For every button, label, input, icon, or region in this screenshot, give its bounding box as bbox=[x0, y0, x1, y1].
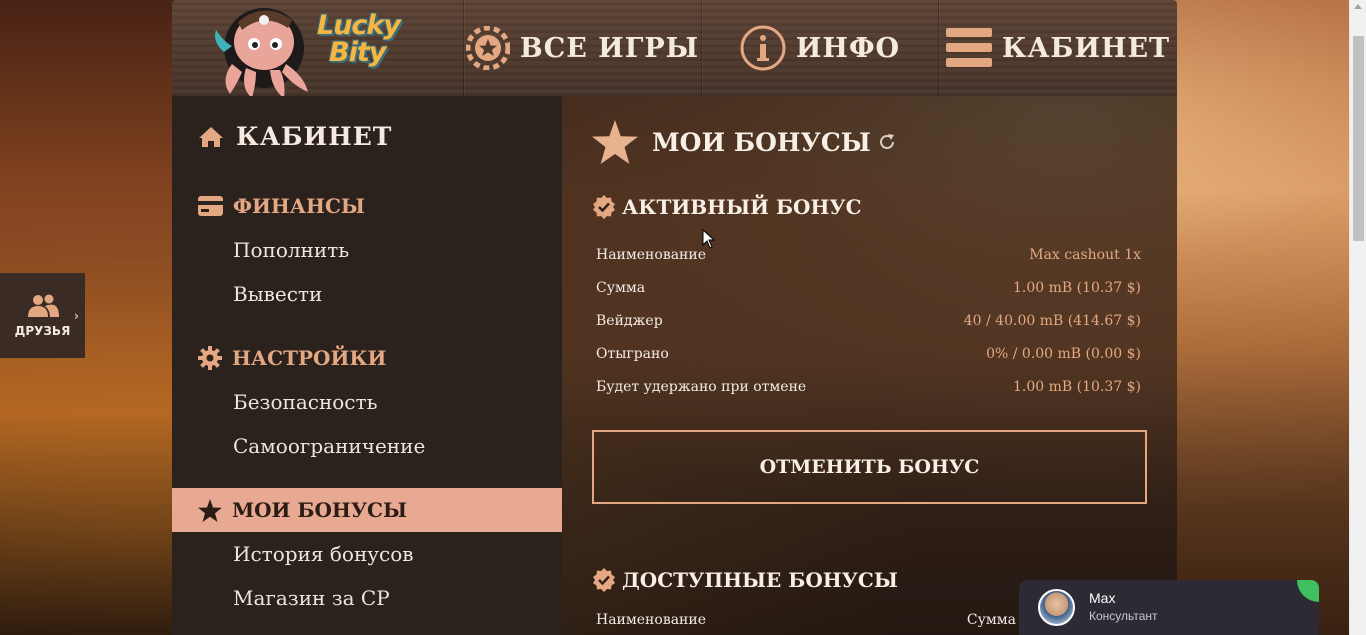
cancel-bonus-button[interactable]: ОТМЕНИТЬ БОНУС bbox=[592, 430, 1147, 504]
star-icon bbox=[198, 498, 222, 522]
bonus-row-withheld: Будет удержано при отмене 1.00 mB (10.37… bbox=[596, 379, 1141, 395]
nav-cabinet[interactable]: КАБИНЕТ bbox=[938, 0, 1177, 96]
home-icon bbox=[198, 126, 224, 148]
bonus-row-value: Max cashout 1x bbox=[1029, 247, 1141, 263]
verified-badge-icon bbox=[592, 568, 616, 592]
main-panel: МОИ БОНУСЫ АКТИВНЫЙ БОНУС Наименование M… bbox=[562, 96, 1177, 635]
sidebar-item-my-bonuses[interactable]: МОИ БОНУСЫ bbox=[172, 488, 562, 532]
sidebar-item-bonus-history[interactable]: История бонусов bbox=[233, 542, 414, 566]
star-icon bbox=[592, 120, 638, 164]
sidebar-item-security[interactable]: Безопасность bbox=[233, 390, 377, 414]
chat-agent-name: Max bbox=[1089, 590, 1116, 606]
active-bonus-heading: АКТИВНЫЙ БОНУС bbox=[592, 195, 862, 219]
bonus-row-value: 1.00 mB (10.37 $) bbox=[1013, 379, 1141, 395]
nav-cabinet-label: КАБИНЕТ bbox=[1001, 32, 1171, 64]
avatar bbox=[1038, 589, 1075, 626]
chevron-right-icon: › bbox=[74, 309, 79, 323]
scrollbar-thumb[interactable] bbox=[1353, 36, 1364, 241]
sidebar-item-withdraw[interactable]: Вывести bbox=[233, 282, 322, 306]
bonus-row-value: 40 / 40.00 mB (414.67 $) bbox=[963, 313, 1141, 329]
bonus-row-label: Отыграно bbox=[596, 346, 669, 362]
scroll-up-arrow-icon[interactable] bbox=[1354, 4, 1362, 9]
sidebar-item-cp-shop[interactable]: Магазин за СР bbox=[233, 586, 390, 610]
mouse-cursor-icon bbox=[702, 229, 716, 249]
site-logo[interactable]: Lucky Bity bbox=[172, 0, 463, 98]
bonus-row-label: Наименование bbox=[596, 247, 706, 263]
sidebar-item-self-limit[interactable]: Самоограничение bbox=[233, 434, 425, 458]
finances-heading: ФИНАНСЫ bbox=[198, 194, 365, 218]
nav-all-games[interactable]: ВСЕ ИГРЫ bbox=[463, 0, 701, 96]
sidebar-item-deposit[interactable]: Пополнить bbox=[233, 238, 349, 262]
friends-tab-label: ДРУЗЬЯ bbox=[14, 324, 71, 338]
page-title: МОИ БОНУСЫ bbox=[592, 120, 897, 164]
cabinet-sidebar: КАБИНЕТ ФИНАНСЫ Пополнить Вывести НАСТРО… bbox=[172, 96, 562, 635]
column-header-name: Наименование bbox=[596, 612, 706, 628]
chat-agent-role: Консультант bbox=[1089, 609, 1158, 623]
sidebar-title-label: КАБИНЕТ bbox=[236, 122, 393, 151]
page-title-label: МОИ БОНУСЫ bbox=[652, 127, 871, 157]
nav-info-label: ИНФО bbox=[795, 32, 901, 64]
bonus-row-label: Сумма bbox=[596, 280, 646, 296]
settings-heading: НАСТРОЙКИ bbox=[198, 346, 386, 370]
background-right-scenery bbox=[1177, 0, 1349, 635]
online-status-indicator bbox=[1297, 580, 1319, 602]
bonus-row-played: Отыграно 0% / 0.00 mB (0.00 $) bbox=[596, 346, 1141, 362]
bonus-row-label: Будет удержано при отмене bbox=[596, 379, 807, 395]
column-header-sum: Сумма bbox=[966, 612, 1016, 628]
available-bonuses-heading-label: ДОСТУПНЫЕ БОНУСЫ bbox=[622, 568, 898, 592]
nav-all-games-label: ВСЕ ИГРЫ bbox=[519, 32, 700, 64]
support-chat-widget[interactable]: Max Консультант bbox=[1019, 580, 1319, 635]
settings-heading-label: НАСТРОЙКИ bbox=[232, 346, 387, 370]
refresh-icon[interactable] bbox=[877, 132, 897, 152]
bonus-row-value: 0% / 0.00 mB (0.00 $) bbox=[986, 346, 1141, 362]
available-bonuses-heading: ДОСТУПНЫЕ БОНУСЫ bbox=[592, 568, 898, 592]
top-header: Lucky Bity ВСЕ ИГРЫ ИНФО КАБИНЕТ bbox=[172, 0, 1177, 98]
bonus-row-wager: Вейджер 40 / 40.00 mB (414.67 $) bbox=[596, 313, 1141, 329]
verified-badge-icon bbox=[592, 195, 616, 219]
hamburger-menu-icon bbox=[945, 28, 992, 68]
octopus-mascot-icon bbox=[215, 8, 308, 98]
brand-line-2: Bity bbox=[329, 37, 386, 68]
credit-card-icon bbox=[198, 196, 223, 216]
page-scrollbar[interactable] bbox=[1349, 0, 1366, 635]
available-bonuses-table-header: Наименование Сумма bbox=[596, 612, 1016, 628]
casino-chip-icon bbox=[465, 26, 510, 70]
active-bonus-heading-label: АКТИВНЫЙ БОНУС bbox=[622, 195, 862, 219]
sidebar-item-my-bonuses-label: МОИ БОНУСЫ bbox=[232, 498, 408, 522]
bonus-row-sum: Сумма 1.00 mB (10.37 $) bbox=[596, 280, 1141, 296]
bonus-row-label: Вейджер bbox=[596, 313, 663, 329]
gear-icon bbox=[198, 346, 222, 370]
friends-tab[interactable]: ДРУЗЬЯ › bbox=[0, 273, 85, 358]
friends-icon bbox=[26, 293, 60, 320]
info-icon bbox=[740, 25, 786, 71]
brand-wordmark: Lucky Bity bbox=[317, 12, 401, 68]
nav-info[interactable]: ИНФО bbox=[701, 0, 938, 96]
finances-heading-label: ФИНАНСЫ bbox=[233, 194, 365, 218]
sidebar-title[interactable]: КАБИНЕТ bbox=[198, 122, 392, 151]
bonus-row-name: Наименование Max cashout 1x bbox=[596, 247, 1141, 263]
bonus-row-value: 1.00 mB (10.37 $) bbox=[1013, 280, 1141, 296]
